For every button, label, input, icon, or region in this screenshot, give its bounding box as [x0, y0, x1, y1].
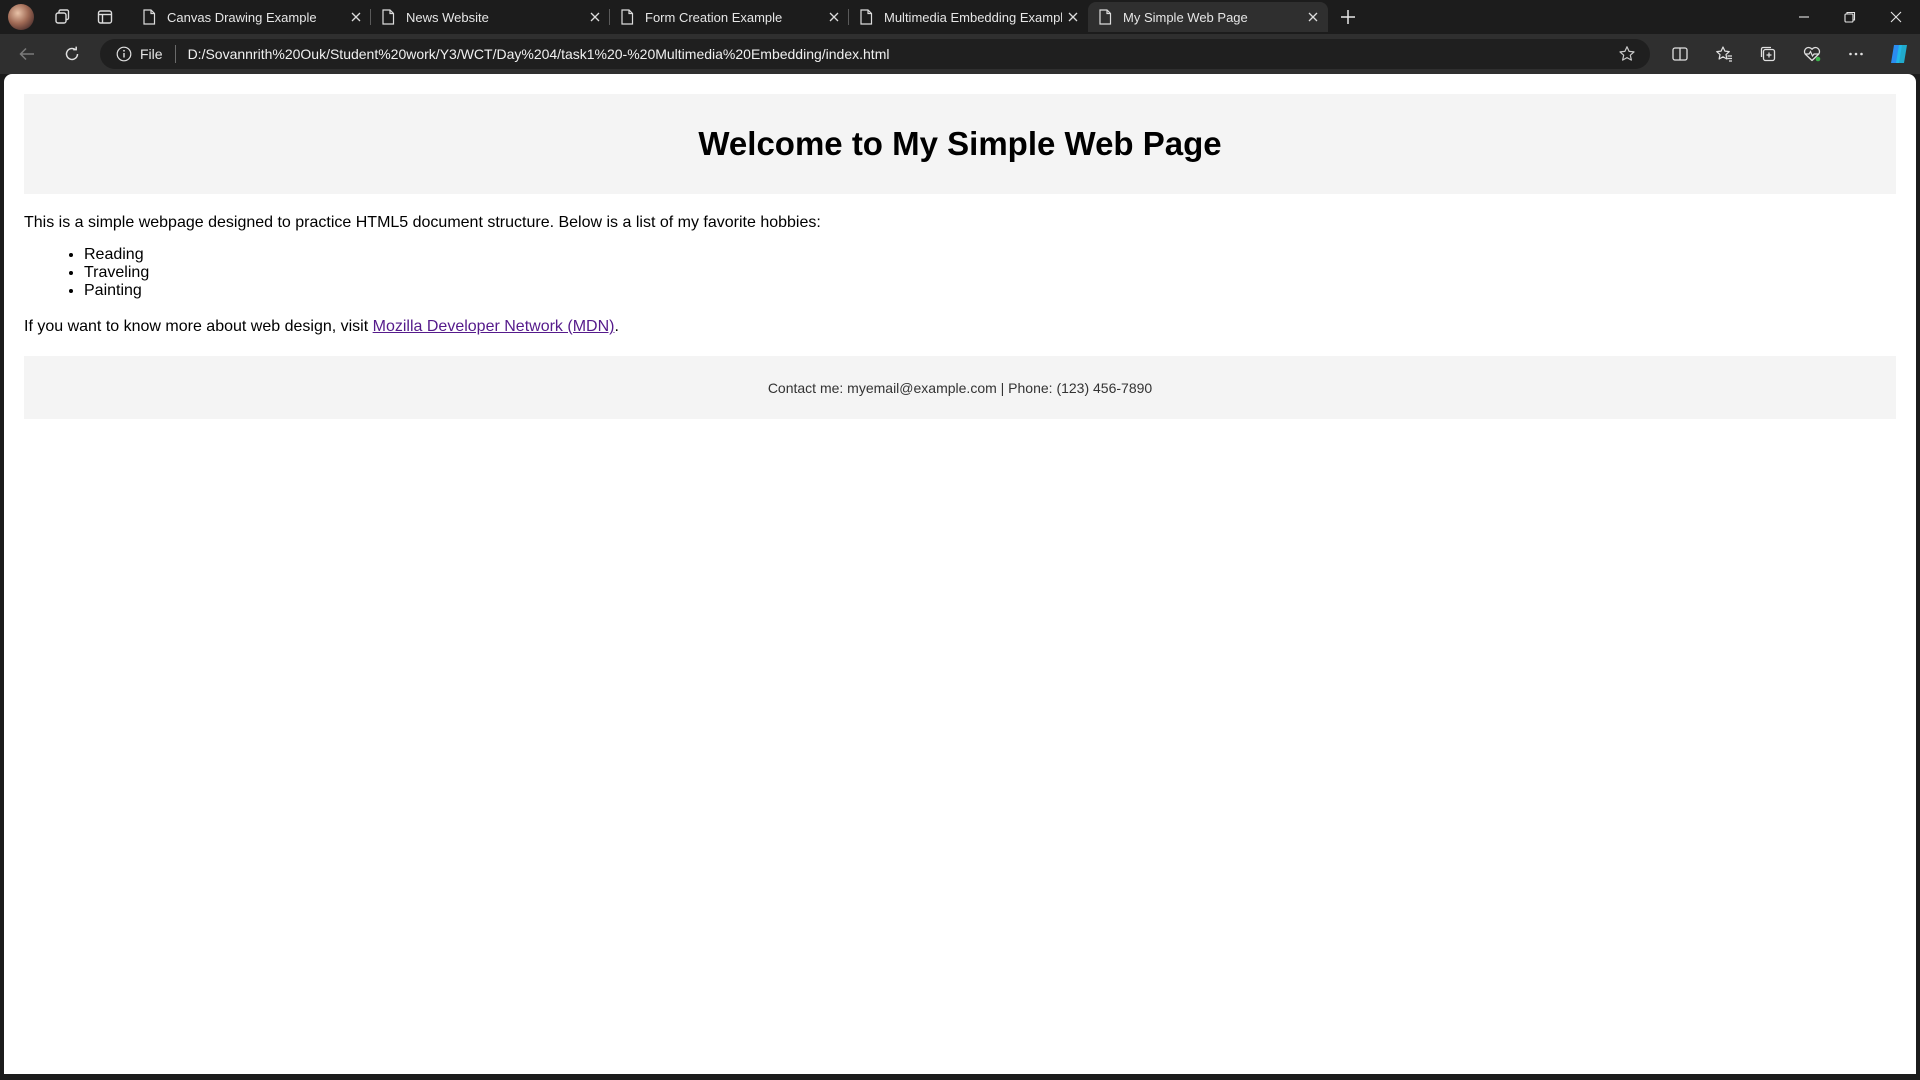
tab-title: Canvas Drawing Example [167, 9, 317, 25]
site-info-button[interactable]: File [116, 46, 163, 62]
more-info-prefix: If you want to know more about web desig… [24, 318, 373, 335]
settings-and-more-button[interactable] [1841, 40, 1871, 68]
close-tab-icon[interactable] [1302, 6, 1324, 28]
close-icon [1890, 11, 1902, 23]
document-icon [143, 9, 156, 25]
copilot-button[interactable] [1884, 40, 1914, 68]
add-favorite-star-icon[interactable] [1618, 45, 1636, 63]
collections-icon [1760, 46, 1776, 62]
profile-avatar[interactable] [8, 4, 34, 30]
tab-my-simple-web-page[interactable]: My Simple Web Page [1088, 2, 1328, 32]
document-icon [382, 9, 395, 25]
list-item: Painting [84, 282, 149, 300]
minimize-icon [1799, 16, 1809, 18]
document-icon [860, 9, 873, 25]
page-header: Welcome to My Simple Web Page [24, 94, 1896, 194]
tab-title: Multimedia Embedding Example [884, 9, 1062, 25]
back-button[interactable] [12, 40, 42, 68]
new-tab-button[interactable] [1335, 4, 1361, 30]
tab-canvas-drawing[interactable]: Canvas Drawing Example [132, 2, 371, 32]
browser-toolbar: File D:/Sovannrith%20Ouk/Student%20work/… [0, 34, 1920, 74]
site-info-label: File [140, 46, 163, 62]
favorites-button[interactable] [1709, 40, 1739, 68]
mdn-link[interactable]: Mozilla Developer Network (MDN) [373, 318, 615, 335]
back-arrow-icon [19, 47, 34, 61]
more-horizontal-icon [1849, 52, 1863, 56]
document-icon [1099, 9, 1112, 25]
document-icon [621, 9, 634, 25]
close-tab-icon[interactable] [345, 6, 367, 28]
tab-multimedia-embedding[interactable]: Multimedia Embedding Example [849, 2, 1088, 32]
collections-button[interactable] [1753, 40, 1783, 68]
browser-window: Canvas Drawing Example News Website Form… [0, 0, 1920, 1080]
browser-essentials-button[interactable] [1797, 40, 1827, 68]
close-window-button[interactable] [1874, 0, 1918, 34]
close-tab-icon[interactable] [584, 6, 606, 28]
favorites-star-icon [1716, 46, 1732, 62]
tab-strip: Canvas Drawing Example News Website Form… [0, 0, 1920, 34]
more-info-suffix: . [614, 318, 619, 335]
contact-info: Contact me: myemail@example.com | Phone:… [767, 379, 1153, 396]
tab-title: News Website [406, 9, 489, 25]
tab-form-creation[interactable]: Form Creation Example [610, 2, 849, 32]
close-tab-icon[interactable] [823, 6, 845, 28]
window-bottom-edge [0, 1074, 1920, 1080]
split-screen-button[interactable] [1665, 40, 1695, 68]
info-icon [116, 46, 132, 62]
url-text[interactable]: D:/Sovannrith%20Ouk/Student%20work/Y3/WC… [188, 46, 890, 62]
workspaces-icon[interactable] [49, 4, 75, 30]
close-tab-icon[interactable] [1062, 6, 1084, 28]
more-info-paragraph: If you want to know more about web desig… [24, 317, 619, 337]
tab-actions-icon[interactable] [92, 4, 118, 30]
address-separator [174, 45, 176, 63]
copilot-icon [1891, 45, 1907, 63]
split-screen-icon [1672, 47, 1688, 61]
tab-title: Form Creation Example [645, 9, 783, 25]
minimize-button[interactable] [1782, 0, 1826, 34]
page-footer: Contact me: myemail@example.com | Phone:… [24, 356, 1896, 419]
plus-icon [1341, 10, 1355, 24]
refresh-icon [65, 46, 79, 61]
tab-title: My Simple Web Page [1123, 9, 1248, 25]
refresh-button[interactable] [57, 40, 87, 68]
page-title: Welcome to My Simple Web Page [698, 125, 1222, 162]
list-item: Reading [84, 246, 149, 264]
restore-button[interactable] [1828, 0, 1872, 34]
intro-paragraph: This is a simple webpage designed to pra… [24, 214, 821, 231]
address-bar[interactable]: File D:/Sovannrith%20Ouk/Student%20work/… [100, 39, 1650, 69]
hobby-list: Reading Traveling Painting [24, 246, 149, 300]
tab-news-website[interactable]: News Website [371, 2, 610, 32]
list-item: Traveling [84, 264, 149, 282]
page-viewport: Welcome to My Simple Web Page This is a … [4, 74, 1916, 1074]
heart-pulse-icon [1803, 46, 1821, 62]
restore-icon [1844, 11, 1856, 23]
